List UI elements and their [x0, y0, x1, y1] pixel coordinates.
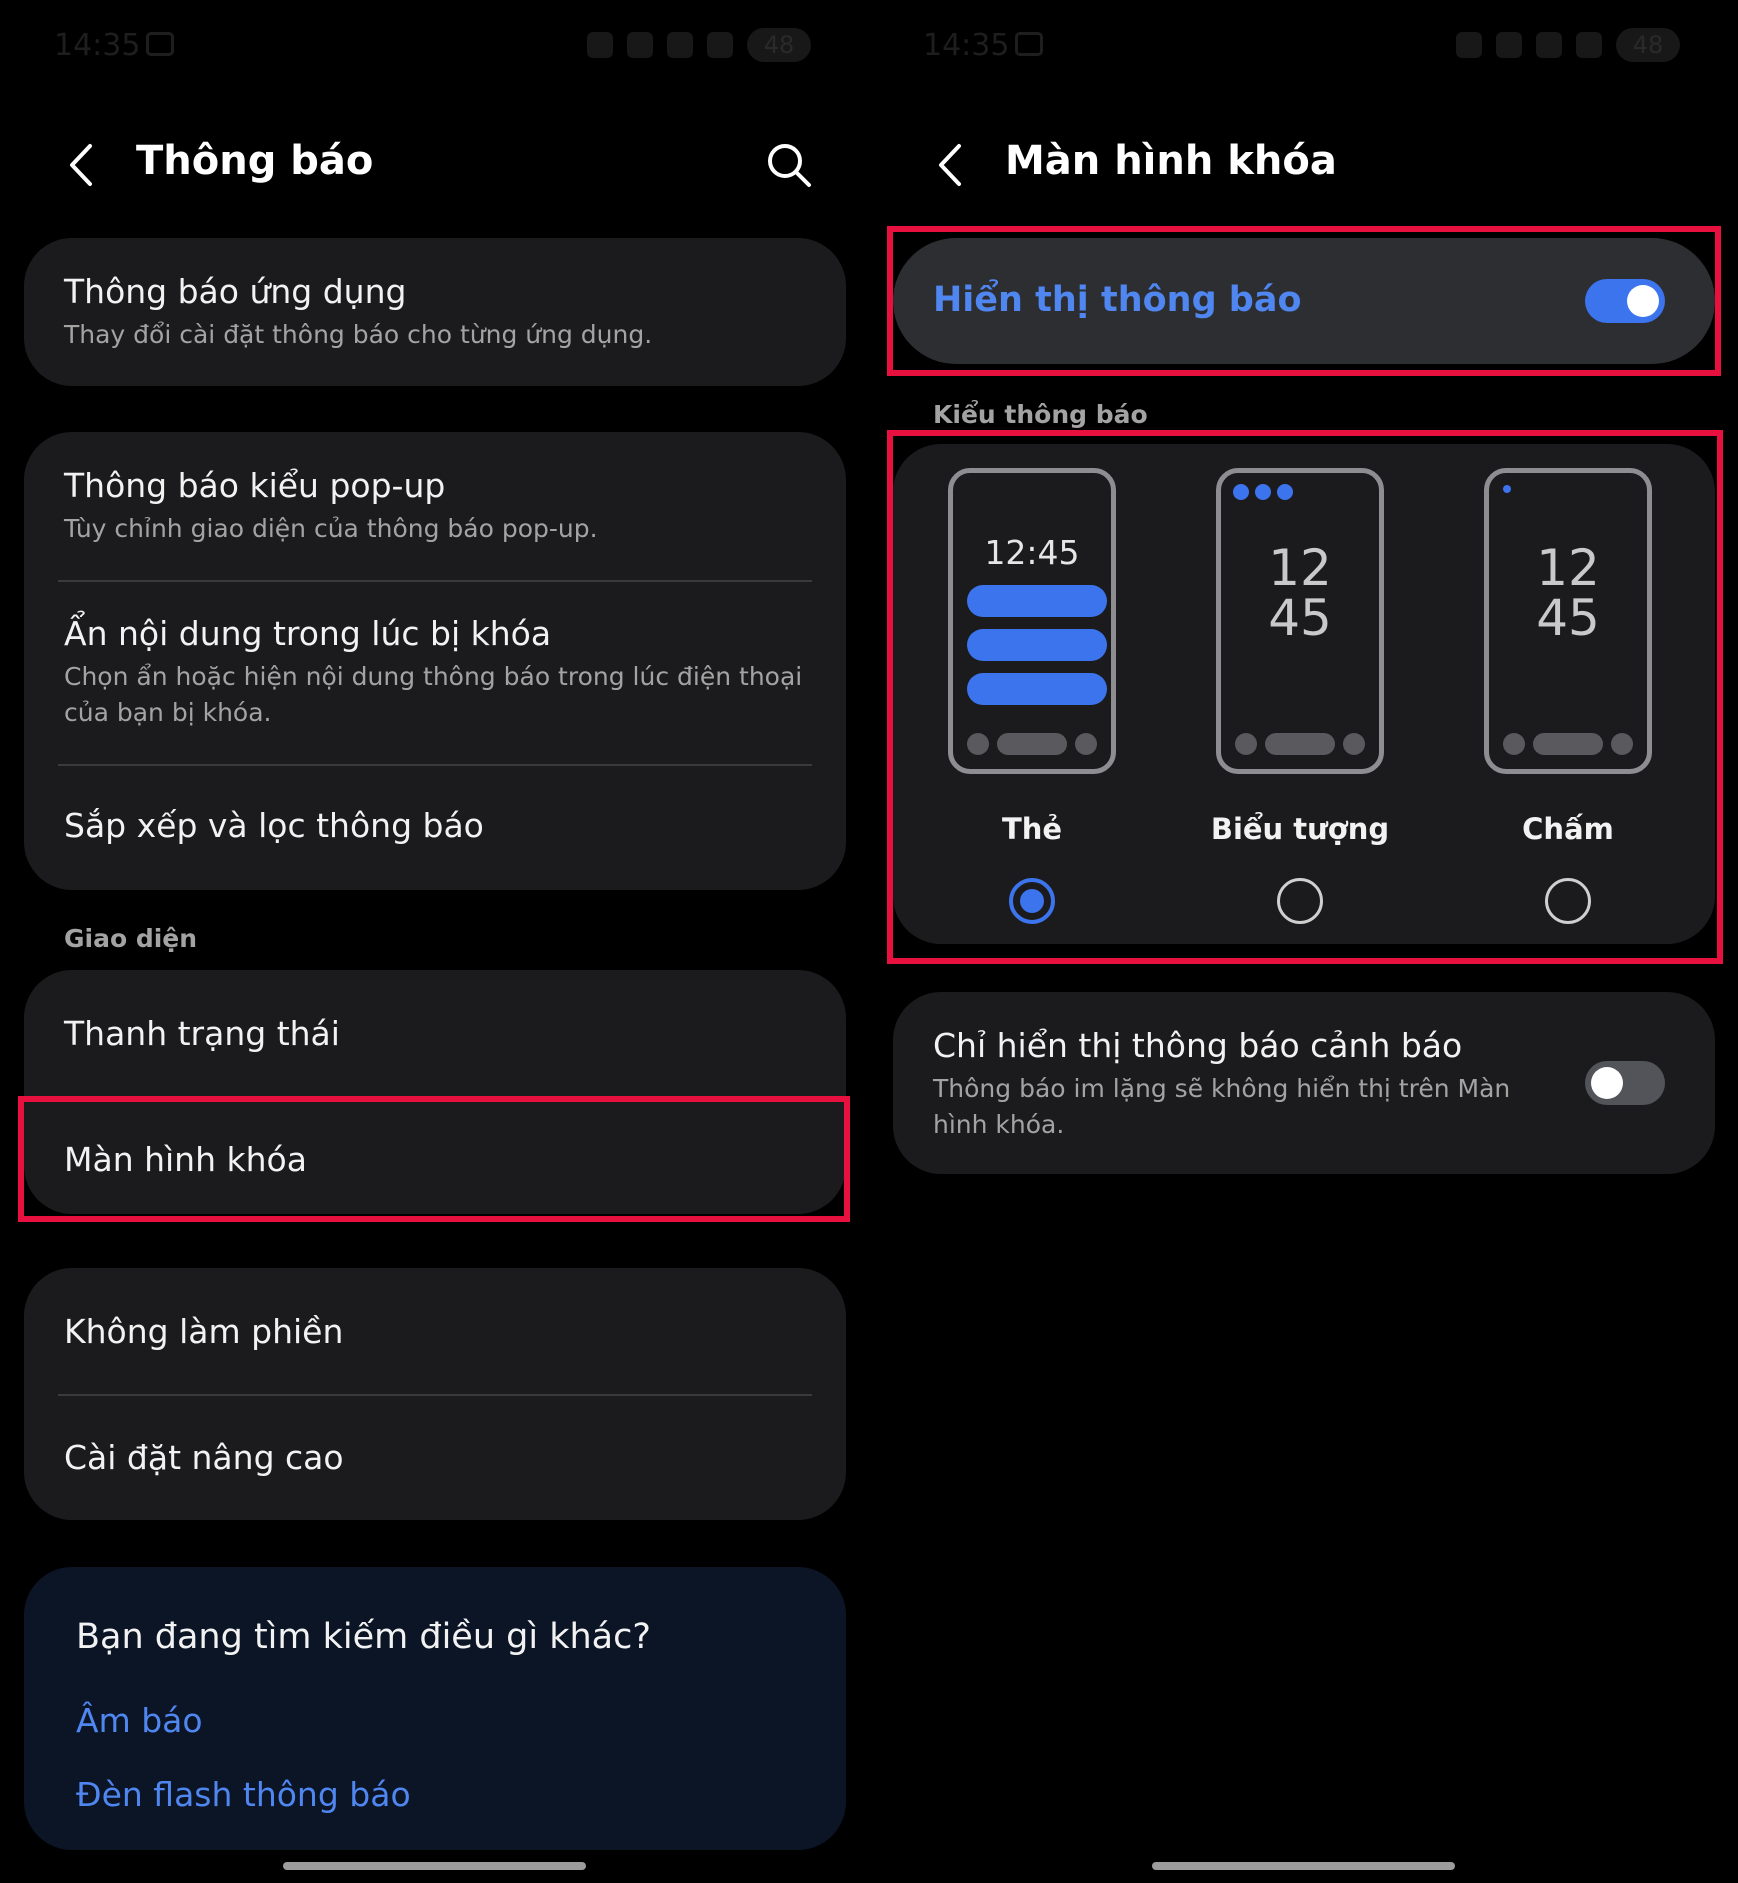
- sort-filter-item[interactable]: Sắp xếp và lọc thông báo: [64, 806, 806, 845]
- battery-indicator: 48: [747, 28, 811, 62]
- preview-time: 12 45: [1489, 543, 1647, 643]
- battery-indicator: 48: [1616, 28, 1680, 62]
- mute-icon: [627, 32, 653, 58]
- link-flash-notification[interactable]: Đèn flash thông báo: [76, 1775, 411, 1814]
- item-subtitle: Chọn ẩn hoặc hiện nội dung thông báo tro…: [64, 662, 803, 727]
- preview-time: 12:45: [984, 533, 1080, 572]
- radio-dot[interactable]: [1545, 878, 1591, 924]
- search-icon[interactable]: [764, 140, 814, 190]
- item-title: Thông báo ứng dụng: [64, 272, 407, 311]
- switch-knob: [1627, 285, 1659, 317]
- item-title: Cài đặt nâng cao: [64, 1438, 344, 1477]
- divider: [58, 764, 812, 766]
- preview-hour: 12: [1536, 539, 1600, 597]
- item-title: Thông báo kiểu pop-up: [64, 466, 446, 505]
- lock-screen-item[interactable]: Màn hình khóa: [64, 1140, 806, 1179]
- preview-minute: 45: [1536, 589, 1600, 647]
- wifi-icon: [667, 32, 693, 58]
- preview-bottom-bar: [1503, 733, 1633, 755]
- help-card: Bạn đang tìm kiếm điều gì khác? Âm báo Đ…: [24, 1567, 846, 1850]
- item-title: Sắp xếp và lọc thông báo: [64, 806, 484, 845]
- screenshot-icon: [146, 32, 174, 56]
- alert-only-switch[interactable]: [1585, 1061, 1665, 1105]
- item-title: Thanh trạng thái: [64, 1014, 340, 1053]
- notification-card-bar: [967, 629, 1107, 661]
- back-arrow-icon[interactable]: [62, 140, 102, 190]
- page-title: Thông báo: [136, 138, 374, 184]
- status-bar-item[interactable]: Thanh trạng thái: [64, 1014, 806, 1053]
- link-sound[interactable]: Âm báo: [76, 1701, 203, 1740]
- section-label-notification-style: Kiểu thông báo: [933, 400, 1148, 429]
- preview-bottom-bar: [1235, 733, 1365, 755]
- preview-hour: 12: [1268, 539, 1332, 597]
- item-subtitle: Thay đổi cài đặt thông báo cho từng ứng …: [64, 320, 653, 349]
- notifications-screen: 14:35 48 Thông báo Thông báo ứng dụng Th…: [0, 0, 869, 1883]
- preview-bottom-bar: [967, 733, 1097, 755]
- signal-icon: [1576, 32, 1602, 58]
- switch-knob: [1591, 1067, 1623, 1099]
- home-indicator: [283, 1862, 586, 1870]
- radio-icon[interactable]: [1277, 878, 1323, 924]
- page-title: Màn hình khóa: [1005, 138, 1337, 184]
- item-title: Ẩn nội dung trong lúc bị khóa: [64, 614, 552, 653]
- heart-icon: [587, 32, 613, 58]
- preview-minute: 45: [1268, 589, 1332, 647]
- item-subtitle: Tùy chỉnh giao diện của thông báo pop-up…: [64, 514, 598, 543]
- signal-icon: [707, 32, 733, 58]
- divider: [58, 1394, 812, 1396]
- status-icons: 48: [587, 28, 811, 62]
- more-settings-card: Không làm phiền Cài đặt nâng cao: [24, 1268, 846, 1520]
- home-indicator: [1152, 1862, 1455, 1870]
- icon-style-preview[interactable]: 12 45: [1216, 468, 1384, 774]
- notification-options-card: Thông báo kiểu pop-up Tùy chỉnh giao diệ…: [24, 432, 846, 890]
- help-title: Bạn đang tìm kiếm điều gì khác?: [76, 1617, 651, 1657]
- app-notifications-card: Thông báo ứng dụng Thay đổi cài đặt thôn…: [24, 238, 846, 386]
- notification-card-bar: [967, 585, 1107, 617]
- status-bar: 14:35 48: [0, 0, 869, 100]
- item-title: Chỉ hiển thị thông báo cảnh báo: [933, 1026, 1463, 1065]
- radio-card[interactable]: [1009, 878, 1055, 924]
- card-style-preview[interactable]: 12:45: [948, 468, 1116, 774]
- app-notifications-item[interactable]: Thông báo ứng dụng Thay đổi cài đặt thôn…: [64, 272, 806, 353]
- item-subtitle: Thông báo im lặng sẽ không hiển thị trên…: [933, 1074, 1511, 1139]
- mute-icon: [1496, 32, 1522, 58]
- notification-card-bar: [967, 673, 1107, 705]
- style-label-card: Thẻ: [1001, 812, 1063, 846]
- preview-time: 12 45: [1221, 543, 1379, 643]
- appearance-card: Thanh trạng thái Màn hình khóa: [24, 970, 846, 1214]
- show-notifications-switch[interactable]: [1585, 279, 1665, 323]
- alert-only-text: Chỉ hiển thị thông báo cảnh báo Thông bá…: [933, 1026, 1565, 1143]
- show-notifications-row[interactable]: Hiển thị thông báo: [893, 238, 1715, 364]
- section-label-appearance: Giao diện: [64, 924, 198, 953]
- alert-only-row[interactable]: Chỉ hiển thị thông báo cảnh báo Thông bá…: [893, 992, 1715, 1174]
- heart-icon: [1456, 32, 1482, 58]
- notification-icons: [1233, 484, 1293, 500]
- status-icons: 48: [1456, 28, 1680, 62]
- notification-dot: [1503, 485, 1511, 493]
- notification-style-card: 12:45 Thẻ 12 45 Biểu tượng 12 45 Chấm: [893, 444, 1715, 944]
- style-label-dot: Chấm: [1522, 812, 1614, 846]
- do-not-disturb-item[interactable]: Không làm phiền: [64, 1312, 806, 1351]
- hide-content-item[interactable]: Ẩn nội dung trong lúc bị khóa Chọn ẩn ho…: [64, 614, 806, 731]
- item-title: Màn hình khóa: [64, 1140, 307, 1179]
- dot-style-preview[interactable]: 12 45: [1484, 468, 1652, 774]
- wifi-icon: [1536, 32, 1562, 58]
- style-label-icon: Biểu tượng: [1210, 812, 1390, 846]
- divider: [58, 580, 812, 582]
- status-time: 14:35: [54, 28, 141, 63]
- lock-screen-settings-screen: 14:35 48 Màn hình khóa Hiển thị thông bá…: [869, 0, 1738, 1883]
- radio-dot: [1020, 889, 1044, 913]
- status-time: 14:35: [923, 28, 1010, 63]
- advanced-settings-item[interactable]: Cài đặt nâng cao: [64, 1438, 806, 1477]
- status-bar: 14:35 48: [869, 0, 1738, 100]
- screenshot-icon: [1015, 32, 1043, 56]
- back-arrow-icon[interactable]: [931, 140, 971, 190]
- item-title: Không làm phiền: [64, 1312, 344, 1351]
- popup-notifications-item[interactable]: Thông báo kiểu pop-up Tùy chỉnh giao diệ…: [64, 466, 806, 547]
- show-notifications-label: Hiển thị thông báo: [933, 280, 1302, 320]
